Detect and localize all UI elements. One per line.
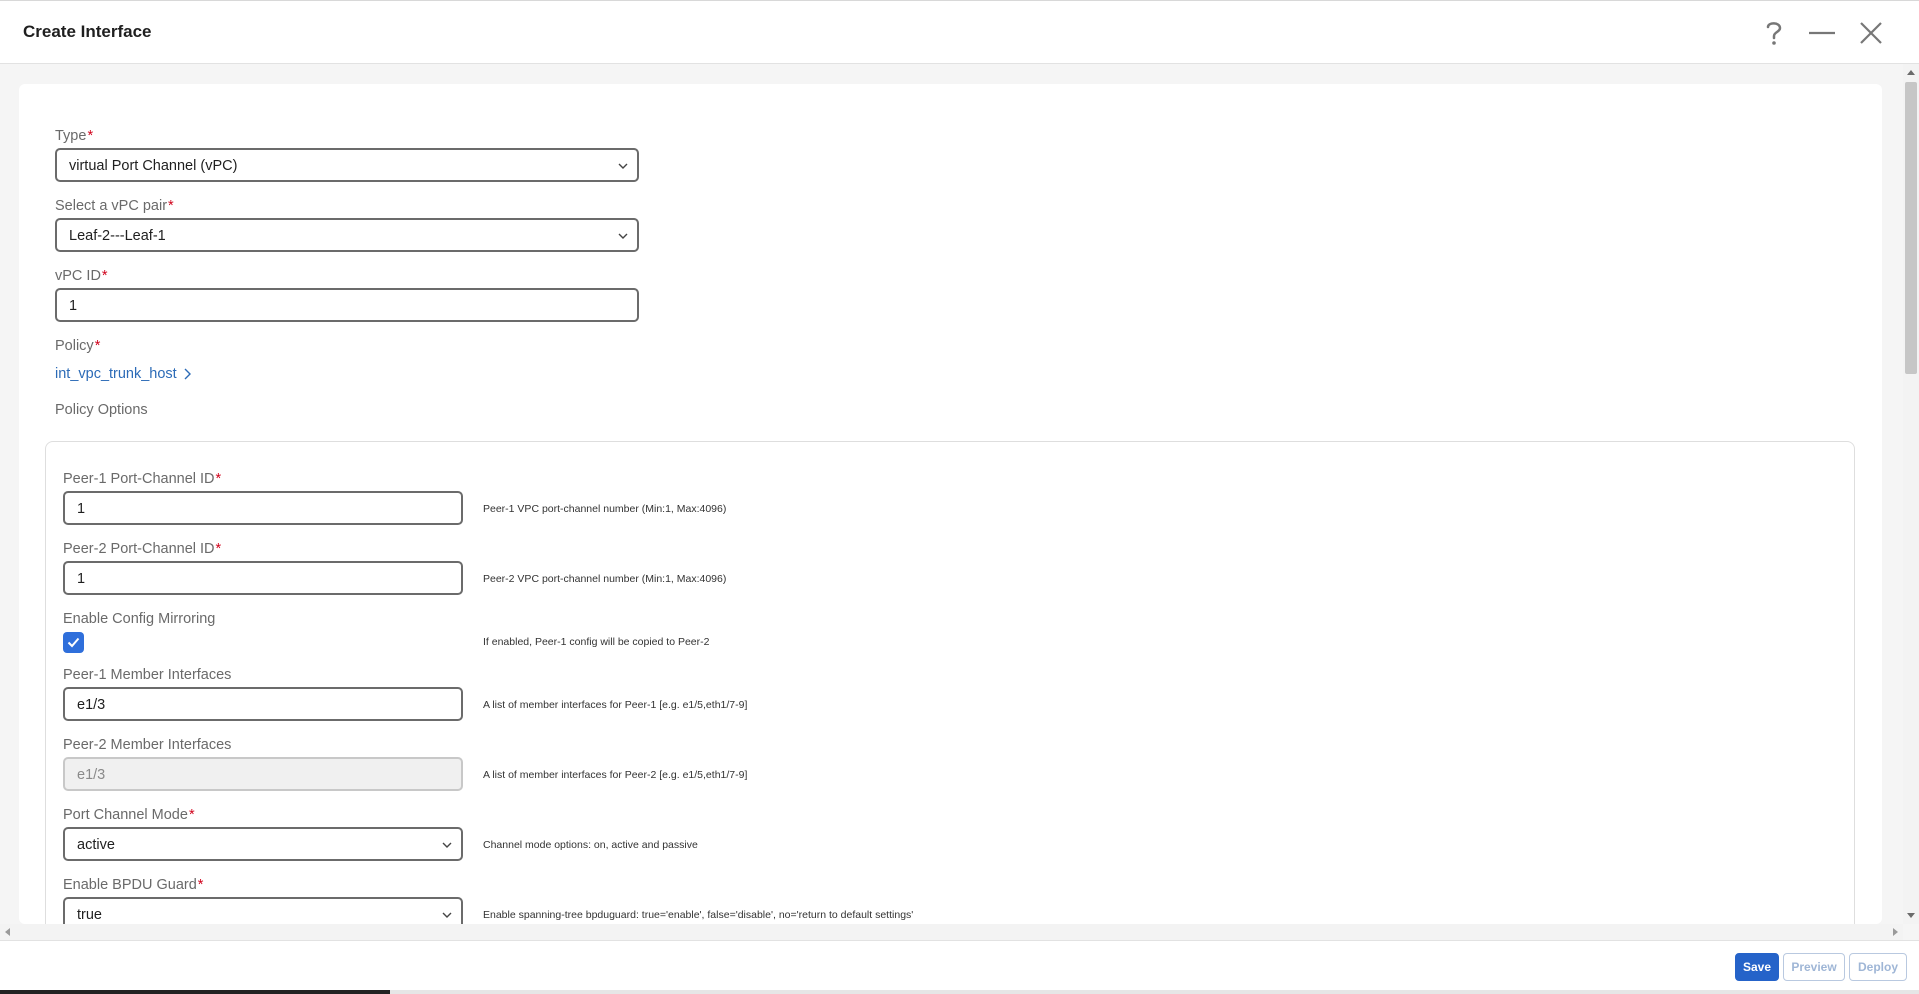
policy-link-text: int_vpc_trunk_host [55, 366, 177, 382]
vpc-id-label: vPC ID* [55, 268, 108, 284]
chevron-down-icon [442, 912, 452, 918]
pc-mode-value: active [77, 837, 115, 853]
modal-footer: Save Preview Deploy [0, 940, 1919, 994]
minimize-icon[interactable] [1806, 17, 1838, 49]
config-mirroring-label: Enable Config Mirroring [63, 611, 216, 627]
peer1-pc-id-input[interactable]: 1 [63, 491, 463, 525]
chevron-right-icon [184, 368, 191, 380]
question-mark-icon[interactable] [1758, 17, 1790, 49]
scroll-left-arrow-icon[interactable] [5, 928, 10, 936]
modal-title: Create Interface [23, 22, 152, 41]
chevron-down-icon [442, 842, 452, 848]
bottom-bar-segment [0, 990, 390, 994]
vertical-scrollbar[interactable] [1903, 64, 1919, 924]
type-select-value: virtual Port Channel (vPC) [69, 158, 238, 174]
pc-mode-help: Channel mode options: on, active and pas… [483, 839, 698, 851]
form-panel: Type* virtual Port Channel (vPC) Select … [19, 84, 1882, 924]
checkmark-icon [67, 637, 80, 648]
peer1-members-value: e1/3 [77, 697, 106, 713]
preview-button[interactable]: Preview [1783, 953, 1845, 981]
vpc-id-input-value: 1 [69, 298, 78, 314]
peer1-pc-id-help: Peer-1 VPC port-channel number (Min:1, M… [483, 503, 727, 515]
vpc-pair-select-value: Leaf-2---Leaf-1 [69, 228, 166, 244]
scrollbar-thumb[interactable] [1905, 82, 1917, 374]
peer1-pc-id-label: Peer-1 Port-Channel ID* [63, 471, 222, 487]
scroll-right-arrow-icon[interactable] [1893, 928, 1898, 936]
pc-mode-label: Port Channel Mode* [63, 807, 195, 823]
peer2-members-input: e1/3 [63, 757, 463, 791]
bpdu-guard-label: Enable BPDU Guard* [63, 877, 204, 893]
chevron-down-icon [618, 163, 628, 169]
save-button[interactable]: Save [1735, 953, 1779, 981]
peer1-members-label: Peer-1 Member Interfaces [63, 667, 232, 683]
deploy-button[interactable]: Deploy [1849, 953, 1907, 981]
vpc-pair-label: Select a vPC pair* [55, 198, 174, 214]
type-select[interactable]: virtual Port Channel (vPC) [55, 148, 639, 182]
vpc-id-input[interactable]: 1 [55, 288, 639, 322]
chevron-down-icon [618, 233, 628, 239]
peer1-members-help: A list of member interfaces for Peer-1 [… [483, 699, 748, 711]
policy-link[interactable]: int_vpc_trunk_host [55, 366, 191, 382]
scroll-up-arrow-icon[interactable] [1907, 70, 1915, 75]
scroll-down-arrow-icon[interactable] [1907, 913, 1915, 918]
policy-label: Policy* [55, 338, 101, 354]
horizontal-scrollbar[interactable] [0, 924, 1903, 940]
bpdu-guard-select[interactable]: true [63, 897, 463, 924]
policy-options-label: Policy Options [55, 402, 148, 418]
peer2-pc-id-label: Peer-2 Port-Channel ID* [63, 541, 222, 557]
vpc-pair-select[interactable]: Leaf-2---Leaf-1 [55, 218, 639, 252]
peer1-members-input[interactable]: e1/3 [63, 687, 463, 721]
close-icon[interactable] [1855, 17, 1887, 49]
config-mirroring-help: If enabled, Peer-1 config will be copied… [483, 636, 710, 648]
pc-mode-select[interactable]: active [63, 827, 463, 861]
config-mirroring-checkbox[interactable] [63, 632, 84, 653]
peer2-members-value: e1/3 [77, 767, 106, 783]
modal-header: Create Interface [0, 0, 1919, 64]
type-label: Type* [55, 128, 94, 144]
peer1-pc-id-value: 1 [77, 501, 86, 517]
peer2-pc-id-value: 1 [77, 571, 86, 587]
policy-options-section: Peer-1 Port-Channel ID* 1 Peer-1 VPC por… [45, 441, 1855, 924]
peer2-members-help: A list of member interfaces for Peer-2 [… [483, 769, 748, 781]
bpdu-guard-value: true [77, 907, 102, 923]
bpdu-guard-help: Enable spanning-tree bpduguard: true='en… [483, 909, 914, 921]
bottom-bar [0, 990, 1919, 994]
peer2-pc-id-input[interactable]: 1 [63, 561, 463, 595]
peer2-pc-id-help: Peer-2 VPC port-channel number (Min:1, M… [483, 573, 727, 585]
peer2-members-label: Peer-2 Member Interfaces [63, 737, 232, 753]
